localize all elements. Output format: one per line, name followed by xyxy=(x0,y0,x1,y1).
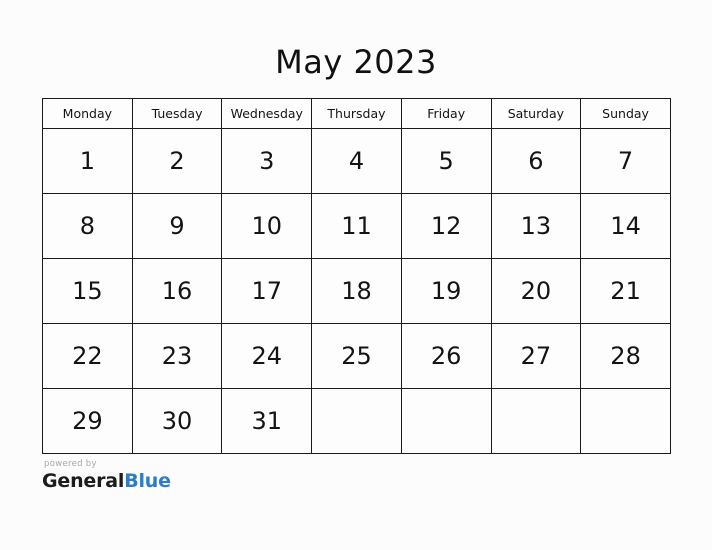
day-cell[interactable]: 22 xyxy=(42,323,133,389)
day-cell[interactable]: 15 xyxy=(42,258,133,324)
day-cell[interactable]: 14 xyxy=(580,193,671,259)
day-cell[interactable]: 24 xyxy=(221,323,313,389)
powered-by-label: powered by xyxy=(44,459,97,469)
weekday-header-wednesday: Wednesday xyxy=(221,98,313,129)
day-cell[interactable]: 29 xyxy=(42,388,133,454)
weekday-header-sunday: Sunday xyxy=(580,98,671,129)
day-cell[interactable]: 27 xyxy=(490,323,582,389)
day-cell[interactable]: 3 xyxy=(221,128,313,194)
weekday-header-thursday: Thursday xyxy=(311,98,402,129)
calendar-table: Monday Tuesday Wednesday Thursday Friday… xyxy=(42,98,671,454)
day-cell[interactable]: 8 xyxy=(42,193,133,259)
day-cell-empty xyxy=(311,388,402,454)
calendar-week-row: 22 23 24 25 26 27 28 xyxy=(42,323,671,389)
day-cell[interactable]: 17 xyxy=(221,258,313,324)
calendar-week-row: 29 30 31 xyxy=(42,388,671,454)
weekday-header-tuesday: Tuesday xyxy=(131,98,223,129)
day-cell[interactable]: 18 xyxy=(311,258,402,324)
day-cell-empty xyxy=(490,388,582,454)
day-cell[interactable]: 26 xyxy=(400,323,492,389)
calendar-grid: Monday Tuesday Wednesday Thursday Friday… xyxy=(42,98,671,454)
day-cell[interactable]: 12 xyxy=(400,193,492,259)
day-cell[interactable]: 10 xyxy=(221,193,313,259)
weekday-header-row: Monday Tuesday Wednesday Thursday Friday… xyxy=(42,98,671,129)
calendar-week-row: 1 2 3 4 5 6 7 xyxy=(42,128,671,194)
day-cell[interactable]: 7 xyxy=(580,128,671,194)
day-cell[interactable]: 11 xyxy=(311,193,402,259)
day-cell[interactable]: 31 xyxy=(221,388,313,454)
weekday-header-friday: Friday xyxy=(400,98,492,129)
day-cell[interactable]: 30 xyxy=(131,388,223,454)
day-cell-empty xyxy=(580,388,671,454)
day-cell[interactable]: 4 xyxy=(311,128,402,194)
calendar-week-row: 8 9 10 11 12 13 14 xyxy=(42,193,671,259)
day-cell[interactable]: 16 xyxy=(131,258,223,324)
brand-footer[interactable]: powered by GeneralBlue xyxy=(42,460,262,491)
day-cell[interactable]: 2 xyxy=(131,128,223,194)
calendar-week-row: 15 16 17 18 19 20 21 xyxy=(42,258,671,324)
day-cell[interactable]: 13 xyxy=(490,193,582,259)
day-cell[interactable]: 5 xyxy=(400,128,492,194)
day-cell[interactable]: 28 xyxy=(580,323,671,389)
brand-name-second: Blue xyxy=(124,469,171,492)
day-cell[interactable]: 20 xyxy=(490,258,582,324)
day-cell[interactable]: 1 xyxy=(42,128,133,194)
calendar-page: May 2023 Monday Tuesday Wednesday Thursd… xyxy=(0,0,712,550)
page-title: May 2023 xyxy=(275,43,437,81)
day-cell[interactable]: 21 xyxy=(580,258,671,324)
brand-name-first: General xyxy=(42,469,125,492)
day-cell[interactable]: 25 xyxy=(311,323,402,389)
weekday-header-saturday: Saturday xyxy=(490,98,582,129)
day-cell[interactable]: 6 xyxy=(490,128,582,194)
brand-logo[interactable]: GeneralBlue xyxy=(42,469,262,492)
day-cell[interactable]: 19 xyxy=(400,258,492,324)
day-cell[interactable]: 23 xyxy=(131,323,223,389)
weekday-header-monday: Monday xyxy=(42,98,133,129)
day-cell[interactable]: 9 xyxy=(131,193,223,259)
day-cell-empty xyxy=(400,388,492,454)
